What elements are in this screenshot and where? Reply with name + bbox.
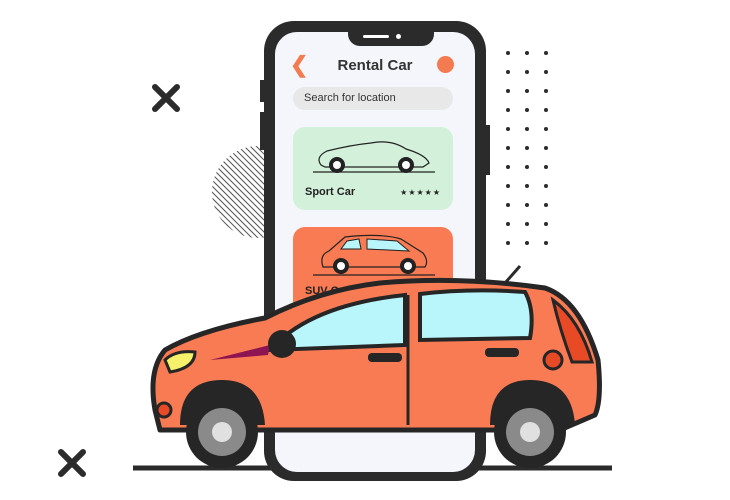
front-wheel bbox=[186, 396, 258, 468]
hatchback-car-illustration bbox=[150, 265, 602, 468]
rear-wheel bbox=[494, 396, 566, 468]
